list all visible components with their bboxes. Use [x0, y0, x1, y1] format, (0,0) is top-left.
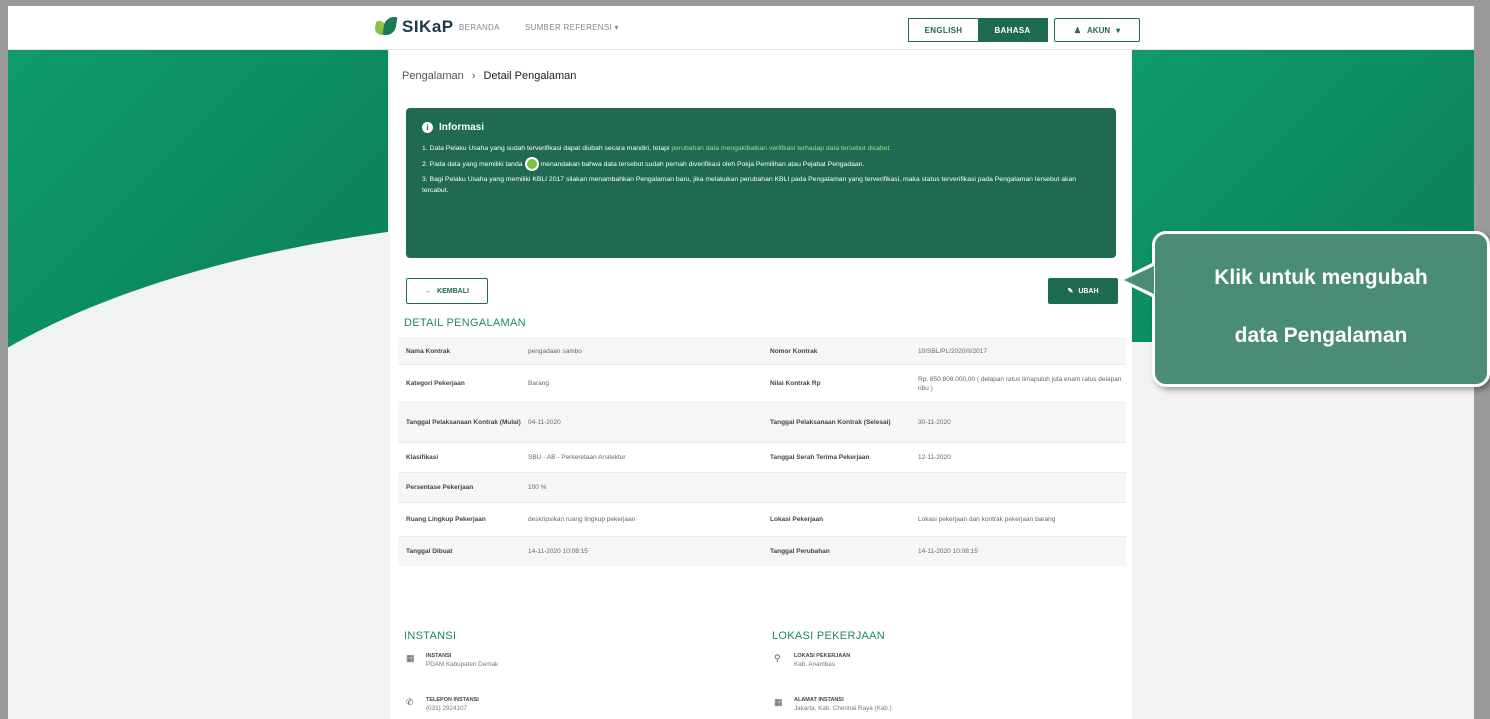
info-panel: i Informasi 1. Data Pelaku Usaha yang su…	[406, 108, 1116, 258]
table-row: Kategori Pekerjaan Barang Nilai Kontrak Rp…	[398, 364, 1126, 402]
lang-english-button[interactable]: ENGLISH	[909, 19, 978, 41]
field-value: 30-11-2020	[918, 419, 951, 426]
field-label: Tanggal Pelaksanaan Kontrak (Mulai)	[406, 419, 521, 426]
info-line-1-highlight: perubahan data mengakibatkan verifikasi …	[671, 145, 892, 152]
field-label: Tanggal Dibuat	[406, 548, 453, 555]
table-row: Ruang Lingkup Pekerjaan deskripsikan ruan…	[398, 502, 1126, 536]
app-logo[interactable]: SIKaP	[373, 17, 454, 37]
info-line-1-text: 1. Data Pelaku Usaha yang sudah terverif…	[422, 145, 672, 152]
instansi-item: ▦ INSTANSI PDAM Kabupaten Demak	[406, 653, 498, 668]
lokasi-label: LOKASI PEKERJAAN	[794, 653, 851, 659]
verified-icon	[524, 157, 539, 171]
lokasi-value: Kab. Anambas	[794, 661, 835, 668]
nav-sumber-referensi[interactable]: SUMBER REFERENSI ▾	[525, 23, 619, 32]
callout-arrow	[1124, 266, 1154, 294]
chevron-down-icon: ▾	[1116, 25, 1121, 35]
info-line-2-text-b: menandakan bahwa data tersebut sudah per…	[540, 160, 865, 168]
field-label: Klasifikasi	[406, 454, 439, 461]
logo-text: SIKaP	[402, 17, 454, 36]
account-label: AKUN	[1087, 25, 1111, 35]
info-title: Informasi	[439, 122, 485, 133]
field-value: Lokasi pekerjaan dan kontrak pekerjaan b…	[918, 516, 1056, 523]
info-icon: i	[422, 122, 433, 133]
table-row: Persentase Pekerjaan 100 %	[398, 472, 1126, 502]
arrow-left-icon: ←	[425, 287, 433, 295]
phone-label: TELEPON INSTANSI	[426, 697, 479, 703]
phone-icon: ✆	[406, 697, 414, 707]
phone-value: (031) 2924107	[426, 705, 467, 712]
lang-bahasa-button[interactable]: BAHASA	[978, 19, 1047, 41]
main-content: Pengalaman › Detail Pengalaman i Informa…	[390, 50, 1132, 719]
alamat-label: ALAMAT INSTANSI	[794, 697, 844, 703]
instansi-label: INSTANSI	[426, 653, 452, 659]
table-row: Tanggal Dibuat 14-11-2020 10:08:15 Tanggal…	[398, 536, 1126, 566]
callout-line-1: Klik untuk mengubah	[1214, 266, 1428, 289]
field-value: Rp. 850.808.000,00 ( delapan ratus limap…	[918, 375, 1122, 392]
field-label: Tanggal Pelaksanaan Kontrak (Selesai)	[770, 419, 891, 426]
breadcrumb: Pengalaman › Detail Pengalaman	[402, 70, 576, 82]
info-line-2-text-a: 2. Pada data yang memiliki tanda	[422, 160, 523, 168]
back-button[interactable]: ← KEMBALI	[406, 278, 488, 304]
lokasi-section-title: LOKASI PEKERJAAN	[772, 630, 886, 642]
nav-beranda[interactable]: BERANDA	[459, 23, 500, 32]
breadcrumb-parent[interactable]: Pengalaman	[402, 70, 464, 82]
field-value: 04-11-2020	[528, 419, 561, 426]
instruction-callout: Klik untuk mengubah data Pengalaman	[1152, 231, 1490, 387]
field-value: 10/SBL/PL/2020/II/2017	[918, 348, 988, 355]
info-line-3: 3. Bagi Pelaku Usaha yang memiliki KBLI …	[422, 176, 1077, 194]
map-icon: ▦	[774, 697, 783, 707]
field-value: 12-11-2020	[918, 454, 951, 461]
field-value: Barang	[528, 380, 549, 387]
field-label: Nama Kontrak	[406, 348, 451, 355]
detail-section-title: DETAIL PENGALAMAN	[404, 317, 526, 329]
field-value: 14-11-2020 10:08:15	[528, 548, 588, 555]
edit-button-label: UBAH	[1078, 287, 1099, 295]
instansi-phone-item: ✆ TELEPON INSTANSI (031) 2924107	[406, 697, 479, 712]
breadcrumb-separator: ›	[471, 70, 476, 82]
field-label: Kategori Pekerjaan	[406, 380, 465, 387]
table-row: Klasifikasi SBU - AB - Perkeretaan Arsite…	[398, 442, 1126, 472]
field-value	[912, 473, 1126, 502]
edit-icon: ✎	[1067, 288, 1074, 295]
info-header: i Informasi	[422, 122, 1100, 133]
alamat-value: Jakarta, Kab. Chennai Raya (Kab.)	[794, 705, 892, 712]
field-value: 14-11-2020 10:08:15	[918, 548, 978, 555]
user-icon: ♟	[1073, 25, 1082, 35]
field-label: Tanggal Perubahan	[770, 548, 830, 555]
instansi-section-title: INSTANSI	[404, 630, 457, 642]
back-button-label: KEMBALI	[437, 287, 469, 295]
language-toggle: ENGLISH BAHASA	[908, 18, 1048, 42]
field-value: pengadaan sambo	[528, 348, 582, 355]
detail-table: Nama Kontrak pengadaan sambo Nomor Kontrak…	[398, 338, 1126, 566]
field-value: SBU - AB - Perkeretaan Arsitektur	[528, 454, 626, 461]
callout-line-2: data Pengalaman	[1234, 324, 1408, 347]
field-label: Lokasi Pekerjaan	[770, 516, 824, 523]
field-label: Ruang Lingkup Pekerjaan	[406, 516, 486, 523]
lokasi-item: ⚲ LOKASI PEKERJAAN Kab. Anambas	[774, 653, 850, 668]
field-label: Tanggal Serah Terima Pekerjaan	[770, 454, 870, 461]
account-menu-button[interactable]: ♟ AKUN ▾	[1054, 18, 1140, 42]
info-line-2: 2. Pada data yang memiliki tanda menandak…	[422, 157, 1082, 171]
field-label: Nilai Kontrak Rp	[770, 380, 821, 387]
instansi-value: PDAM Kabupaten Demak	[426, 661, 499, 668]
field-label	[762, 473, 912, 502]
building-icon: ▦	[406, 653, 415, 663]
info-line-1: 1. Data Pelaku Usaha yang sudah terverif…	[422, 143, 1082, 154]
breadcrumb-current: Detail Pengalaman	[483, 70, 577, 82]
table-row: Tanggal Pelaksanaan Kontrak (Mulai) 04-11…	[398, 402, 1126, 442]
field-value: deskripsikan ruang lingkup pekerjaan	[528, 516, 636, 523]
field-value: 100 %	[528, 484, 547, 491]
field-label: Persentase Pekerjaan	[406, 484, 474, 491]
top-navbar: SIKaP BERANDA SUMBER REFERENSI ▾ ENGLISH…	[8, 6, 1474, 50]
edit-button[interactable]: ✎ UBAH	[1048, 278, 1118, 304]
field-label: Nomor Kontrak	[770, 348, 818, 355]
alamat-item: ▦ ALAMAT INSTANSI Jakarta, Kab. Chennai R…	[774, 697, 892, 712]
logo-icon	[373, 17, 398, 37]
pin-icon: ⚲	[774, 653, 781, 663]
table-row: Nama Kontrak pengadaan sambo Nomor Kontrak…	[398, 338, 1126, 364]
